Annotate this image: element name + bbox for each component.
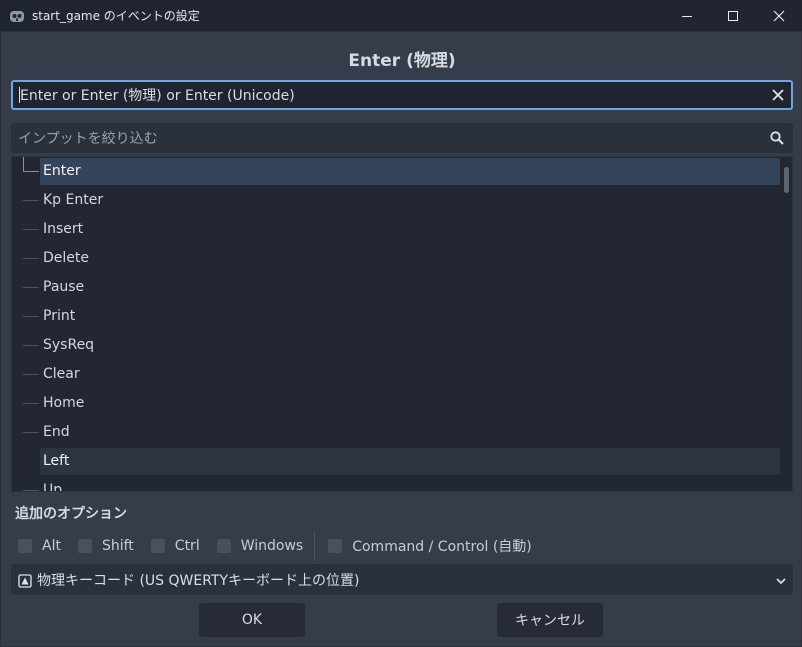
alt-checkbox[interactable]: Alt	[18, 538, 61, 554]
minimize-icon	[682, 15, 692, 17]
list-item[interactable]: Enter	[12, 157, 782, 186]
key-list-tree[interactable]: Enter Kp Enter Insert Delete Pause Print…	[11, 156, 793, 492]
minimize-button[interactable]	[664, 0, 710, 31]
keycode-mode-value: 物理キーコード (US QWERTYキーボード上の位置)	[37, 572, 360, 589]
title-bar: start_game のイベントの設定	[0, 0, 802, 31]
additional-options-title: 追加のオプション	[15, 506, 127, 522]
godot-app-icon	[9, 8, 25, 24]
list-item[interactable]: Home	[12, 389, 782, 418]
list-item[interactable]: Insert	[12, 215, 782, 244]
cancel-button[interactable]: キャンセル	[497, 603, 603, 637]
keyboard-physical-icon	[18, 573, 32, 588]
filter-placeholder: インプットを絞り込む	[18, 131, 158, 147]
list-item[interactable]: Up	[12, 476, 782, 491]
event-listen-input[interactable]: Enter or Enter (物理) or Enter (Unicode)	[11, 80, 793, 110]
checkbox-box[interactable]	[328, 539, 343, 553]
checkbox-box[interactable]	[216, 539, 231, 553]
maximize-button[interactable]	[710, 0, 756, 31]
window-title: start_game のイベントの設定	[32, 9, 200, 23]
close-icon	[773, 10, 785, 21]
checkbox-box[interactable]	[150, 539, 165, 553]
input-filter-field[interactable]: インプットを絞り込む	[11, 123, 793, 153]
list-item[interactable]: SysReq	[12, 331, 782, 360]
list-item[interactable]: Clear	[12, 360, 782, 389]
ctrl-checkbox[interactable]: Ctrl	[150, 538, 200, 554]
list-item[interactable]: End	[12, 418, 782, 447]
list-scrollbar[interactable]	[781, 157, 791, 491]
command-control-checkbox[interactable]: Command / Control (自動)	[328, 536, 532, 556]
list-item[interactable]: Delete	[12, 244, 782, 273]
search-icon	[769, 130, 785, 146]
shift-checkbox[interactable]: Shift	[77, 538, 134, 554]
event-input-value: Enter or Enter (物理) or Enter (Unicode)	[20, 88, 295, 104]
scrollbar-thumb[interactable]	[784, 167, 789, 193]
checkbox-box[interactable]	[18, 539, 32, 553]
keycode-mode-dropdown[interactable]: 物理キーコード (US QWERTYキーボード上の位置)	[11, 564, 793, 595]
clear-icon[interactable]	[770, 87, 786, 103]
maximize-icon	[728, 10, 738, 21]
list-item[interactable]: Left	[12, 447, 782, 476]
event-config-dialog: Enter (物理) Enter or Enter (物理) or Enter …	[0, 31, 802, 647]
list-item[interactable]: Kp Enter	[12, 186, 782, 215]
list-item[interactable]: Pause	[12, 273, 782, 302]
divider	[314, 531, 316, 561]
list-item[interactable]: Print	[12, 302, 782, 331]
event-heading: Enter (物理)	[348, 51, 456, 71]
close-window-button[interactable]	[756, 0, 802, 31]
modifier-options: Alt Shift Ctrl Windows Command / Control…	[18, 531, 549, 561]
ok-button[interactable]: OK	[199, 603, 305, 637]
chevron-down-icon	[774, 573, 788, 587]
windows-checkbox[interactable]: Windows	[216, 538, 303, 554]
checkbox-box[interactable]	[77, 539, 92, 553]
